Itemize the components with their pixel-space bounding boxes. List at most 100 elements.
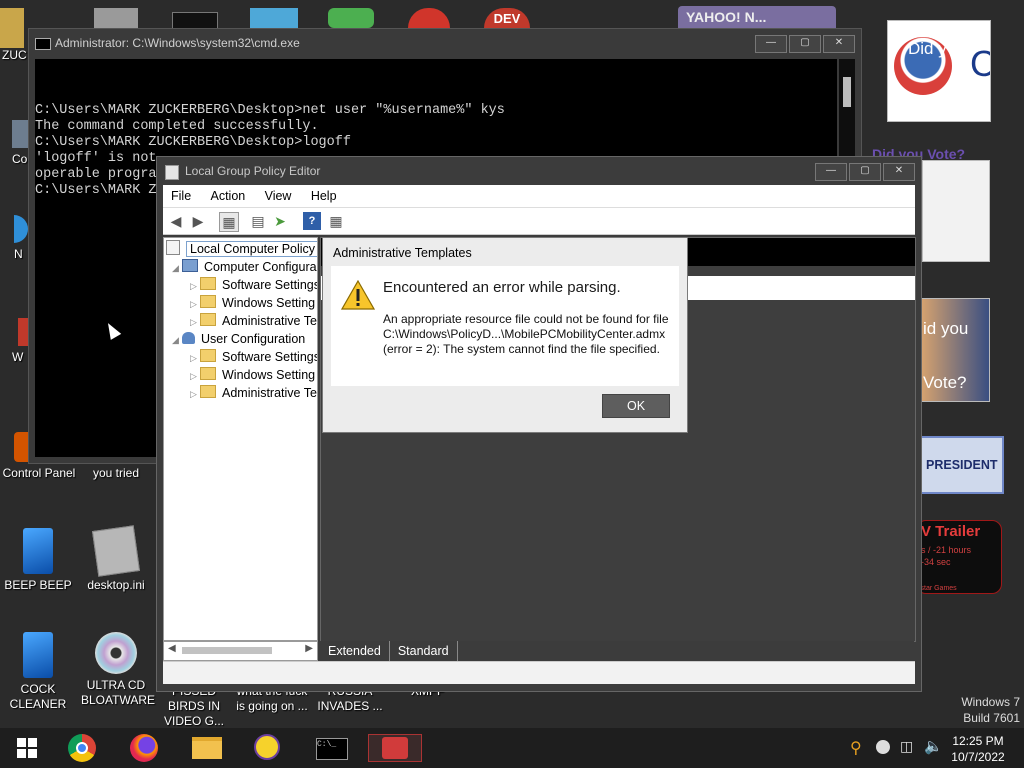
tree-item-software-settings[interactable]: ▷ Software Settings xyxy=(190,276,317,295)
windows-watermark: Windows 7 Build 7601 xyxy=(940,694,1020,726)
watermark-line: Windows 7 xyxy=(961,695,1020,709)
ad-text: V Trailer xyxy=(921,523,981,540)
search-tray-icon[interactable]: ⚲ xyxy=(850,738,862,758)
cmd-titlebar[interactable]: Administrator: C:\Windows\system32\cmd.e… xyxy=(29,29,861,57)
show-hide-tree-icon[interactable]: ▦ xyxy=(219,212,239,232)
top-icon-frog[interactable] xyxy=(328,8,374,28)
folder-icon xyxy=(200,295,216,308)
tree-horizontal-scrollbar[interactable]: ◀ ▶ xyxy=(163,641,318,661)
gpedit-icon xyxy=(165,165,179,180)
hillary-ad[interactable]: id you Vote? xyxy=(920,298,990,402)
menu-action[interactable]: Action xyxy=(203,185,254,207)
collapse-arrow-icon[interactable]: ◢ xyxy=(172,259,182,277)
clock[interactable]: 12:25 PM 10/7/2022 xyxy=(946,733,1010,765)
menu-file[interactable]: File xyxy=(163,185,199,207)
desktop-icon-partial-1[interactable]: ZUC xyxy=(0,8,28,63)
minimize-button[interactable]: — xyxy=(755,35,787,53)
folder-icon xyxy=(200,349,216,362)
tree-item-label: Software Settings xyxy=(222,350,318,364)
clock-time: 12:25 PM xyxy=(952,734,1004,748)
expand-arrow-icon[interactable]: ▷ xyxy=(190,295,200,313)
yahoo-window[interactable]: YAHOO! N... xyxy=(678,6,836,28)
scrollbar-thumb[interactable] xyxy=(843,77,851,107)
top-icon-dev[interactable]: DEV xyxy=(484,8,530,28)
close-button[interactable]: ✕ xyxy=(823,35,855,53)
top-icon-5[interactable] xyxy=(408,8,450,28)
folder-icon xyxy=(200,367,216,380)
trailer-ad[interactable]: V Trailer s / -21 hours -34 sec kstar Ga… xyxy=(916,520,1002,594)
president-ad[interactable]: PRESIDENT xyxy=(920,436,1004,494)
desktop-icon-you-tried[interactable]: you tried xyxy=(78,466,154,481)
top-icon-3[interactable] xyxy=(250,8,298,28)
desktop-icon-partial-2[interactable]: Co xyxy=(0,120,30,167)
firefox-icon[interactable] xyxy=(130,734,164,762)
tree-item-windows-settings[interactable]: ▷ Windows Setting xyxy=(190,294,315,313)
chrome-icon[interactable] xyxy=(68,734,102,762)
tree-item-computer-configuration[interactable]: ◢ Computer Configura xyxy=(172,258,317,277)
obama-ad[interactable]: Did y C xyxy=(887,20,991,122)
view-tabs: Extended Standard xyxy=(320,641,914,661)
emoji-tray-icon[interactable] xyxy=(876,740,890,754)
ok-button[interactable]: OK xyxy=(602,394,670,418)
cd-icon xyxy=(95,632,137,674)
folder-icon xyxy=(200,313,216,326)
maximize-button[interactable]: ▢ xyxy=(849,163,881,181)
desktop-icon-label: desktop.ini xyxy=(87,578,145,592)
filter-icon[interactable]: ▦ xyxy=(327,212,345,230)
tree-item-user-configuration[interactable]: ◢ User Configuration xyxy=(172,330,305,349)
ad-c: C xyxy=(970,43,990,85)
scroll-left-icon[interactable]: ◀ xyxy=(168,643,176,654)
gpedit-titlebar[interactable]: Local Group Policy Editor — ▢ ✕ xyxy=(157,157,921,185)
export-list-icon[interactable]: ➤ xyxy=(271,212,289,230)
expand-arrow-icon[interactable]: ▷ xyxy=(190,277,200,295)
minimize-button[interactable]: — xyxy=(815,163,847,181)
maximize-button[interactable]: ▢ xyxy=(789,35,821,53)
yahoo-messenger-icon[interactable] xyxy=(254,734,288,762)
tree-item-label: Windows Setting xyxy=(222,296,316,310)
desktop-icon-cock-cleaner[interactable]: COCK CLEANER xyxy=(0,632,76,712)
collapse-arrow-icon[interactable]: ◢ xyxy=(172,331,182,349)
status-bar xyxy=(163,661,915,684)
expand-arrow-icon[interactable]: ▷ xyxy=(190,367,200,385)
console-line: The command completed successfully. xyxy=(35,119,319,134)
gpedit-taskbar-icon[interactable] xyxy=(368,734,422,762)
desktop-icon-partial-3[interactable]: N xyxy=(0,215,28,262)
ad-text: s / -21 hours xyxy=(921,545,972,555)
desktop-icon-desktop-ini[interactable]: desktop.ini xyxy=(78,525,154,593)
tab-extended[interactable]: Extended xyxy=(320,641,390,661)
vote-blank-ad[interactable] xyxy=(922,160,990,262)
cmd-taskbar-icon[interactable]: C:\_ xyxy=(316,734,350,762)
desktop-icon-partial-4[interactable]: W xyxy=(0,318,28,365)
tab-standard[interactable]: Standard xyxy=(390,641,458,661)
back-icon[interactable]: ◀ xyxy=(167,212,185,230)
forward-icon[interactable]: ▶ xyxy=(189,212,207,230)
tree-item-label: Administrative Te xyxy=(222,314,317,328)
cmd-title: Administrator: C:\Windows\system32\cmd.e… xyxy=(55,36,300,50)
properties-icon[interactable]: ▤ xyxy=(249,212,267,230)
help-icon[interactable]: ? xyxy=(303,212,321,230)
windows-logo-icon xyxy=(17,738,37,758)
volume-tray-icon[interactable]: 🔈 xyxy=(924,737,943,755)
tree-item-local-computer-policy[interactable]: Local Computer Policy xyxy=(166,240,317,258)
expand-arrow-icon[interactable]: ▷ xyxy=(190,349,200,367)
tree-item-user-software-settings[interactable]: ▷ Software Settings xyxy=(190,348,318,367)
tree-item-user-administrative-templates[interactable]: ▷ Administrative Te xyxy=(190,384,317,403)
tree-item-administrative-templates[interactable]: ▷ Administrative Te xyxy=(190,312,317,331)
start-button[interactable] xyxy=(10,734,44,762)
scrollbar-thumb[interactable] xyxy=(182,647,272,654)
error-dialog[interactable]: Administrative Templates Encountered an … xyxy=(322,237,688,433)
file-explorer-icon[interactable] xyxy=(192,734,226,762)
close-button[interactable]: ✕ xyxy=(883,163,915,181)
menu-view[interactable]: View xyxy=(257,185,300,207)
network-tray-icon[interactable]: ◫ xyxy=(900,738,913,755)
scroll-right-icon[interactable]: ▶ xyxy=(305,643,313,654)
toolbar: ◀ ▶ ▦ ▤ ➤ ? ▦ xyxy=(163,208,915,235)
desktop-icon-beep-beep[interactable]: BEEP BEEP xyxy=(0,528,76,593)
expand-arrow-icon[interactable]: ▷ xyxy=(190,385,200,403)
tree-item-user-windows-settings[interactable]: ▷ Windows Setting xyxy=(190,366,315,385)
expand-arrow-icon[interactable]: ▷ xyxy=(190,313,200,331)
desktop-icon-ultra-cd[interactable]: ULTRA CD BLOATWARE xyxy=(78,632,155,708)
menu-help[interactable]: Help xyxy=(303,185,345,207)
top-icon-1[interactable] xyxy=(94,8,138,30)
folder-icon xyxy=(200,277,216,290)
